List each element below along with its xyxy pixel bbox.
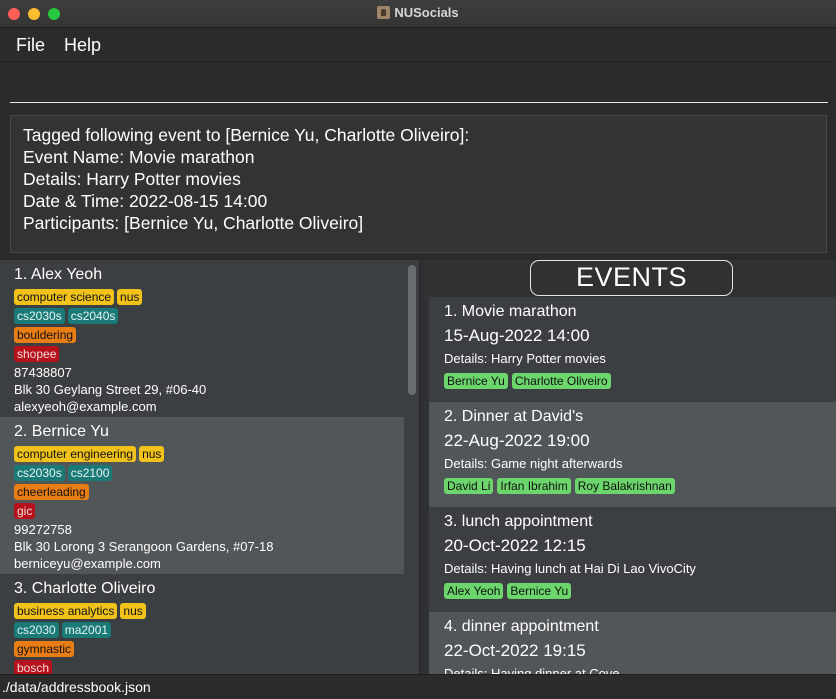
menu-help[interactable]: Help — [64, 35, 101, 56]
event-card[interactable]: 4. dinner appointment 22-Oct-2022 19:15 … — [429, 612, 836, 674]
participant-tag: Bernice Yu — [507, 583, 572, 599]
person-email: berniceyu@example.com — [14, 556, 161, 571]
person-address: Blk 30 Lorong 3 Serangoon Gardens, #07-1… — [14, 539, 274, 554]
event-details: Details: Game night afterwards — [444, 456, 623, 471]
tag: shopee — [14, 346, 60, 362]
person-card[interactable]: 2. Bernice Yu computer engineering nus cs… — [0, 417, 404, 574]
tag: cs2040s — [67, 308, 119, 324]
tag-row: shopee — [14, 345, 390, 364]
event-details: Details: Having lunch at Hai Di Lao Vivo… — [444, 561, 696, 576]
tag: ma2001 — [61, 622, 112, 638]
tag: bosch — [14, 660, 53, 674]
tag: nus — [139, 446, 165, 462]
event-card[interactable]: 1. Movie marathon 15-Aug-2022 14:00 Deta… — [429, 297, 836, 402]
tag: cheerleading — [14, 484, 89, 500]
tag-row: bouldering — [14, 326, 390, 345]
scrollbar-thumb[interactable] — [408, 265, 416, 395]
app-icon — [377, 6, 391, 19]
command-box — [0, 63, 836, 113]
window-title-wrap: NUSocials — [0, 5, 836, 20]
window-title: NUSocials — [394, 5, 459, 20]
tag: cs2030s — [14, 465, 65, 481]
person-name: 2. Bernice Yu — [14, 423, 109, 440]
tag: nus — [120, 603, 146, 619]
person-list-panel: 1. Alex Yeoh computer science nus cs2030s… — [0, 260, 420, 674]
tag-row: computer science nus — [14, 288, 390, 307]
title-bar: NUSocials — [0, 0, 836, 28]
event-date: 22-Aug-2022 19:00 — [444, 431, 590, 450]
participant-tags: Bernice Yu Charlotte Oliveiro — [444, 370, 821, 390]
result-line: Event Name: Movie marathon — [23, 147, 255, 167]
command-input[interactable] — [10, 71, 828, 103]
participant-tag: Charlotte Oliveiro — [511, 373, 611, 389]
result-line: Participants: [Bernice Yu, Charlotte Oli… — [23, 213, 364, 233]
result-line: Date & Time: 2022-08-15 14:00 — [23, 191, 268, 211]
participant-tag: David Li — [444, 478, 494, 494]
person-phone: 87438807 — [14, 365, 72, 380]
person-address: Blk 30 Geylang Street 29, #06-40 — [14, 382, 207, 397]
tag: gic — [14, 503, 36, 519]
tag-row: gymnastic — [14, 640, 390, 659]
participant-tag: Irfan Ibrahim — [497, 478, 571, 494]
participant-tag: Alex Yeoh — [444, 583, 504, 599]
event-name: 4. dinner appointment — [444, 618, 599, 635]
person-phone: 99272758 — [14, 522, 72, 537]
tag: cs2030s — [14, 308, 65, 324]
event-date: 20-Oct-2022 12:15 — [444, 536, 586, 555]
status-bar: ./data/addressbook.json — [0, 674, 836, 699]
event-card[interactable]: 3. lunch appointment 20-Oct-2022 12:15 D… — [429, 507, 836, 612]
event-name: 3. lunch appointment — [444, 513, 593, 530]
tag-row: cs2030s cs2040s — [14, 307, 390, 326]
tag: nus — [117, 289, 143, 305]
result-line: Details: Harry Potter movies — [23, 169, 241, 189]
person-email: alexyeoh@example.com — [14, 399, 157, 414]
result-display: Tagged following event to [Bernice Yu, C… — [10, 115, 827, 253]
event-name: 1. Movie marathon — [444, 303, 577, 320]
tag: cs2100 — [67, 465, 113, 481]
tag-row: cheerleading — [14, 483, 390, 502]
tag: computer engineering — [14, 446, 137, 462]
event-details: Details: Having dinner at Cove — [444, 666, 620, 674]
tag-row: cs2030s cs2100 — [14, 464, 390, 483]
tag-row: cs2030 ma2001 — [14, 621, 390, 640]
menu-file[interactable]: File — [16, 35, 45, 56]
event-date: 15-Aug-2022 14:00 — [444, 326, 590, 345]
participant-tags: David Li Irfan Ibrahim Roy Balakrishnan — [444, 475, 821, 495]
tag: computer science — [14, 289, 115, 305]
event-details: Details: Harry Potter movies — [444, 351, 606, 366]
person-name: 1. Alex Yeoh — [14, 266, 103, 283]
person-card[interactable]: 1. Alex Yeoh computer science nus cs2030s… — [0, 260, 404, 417]
event-list-panel: EVENTS 1. Movie marathon 15-Aug-2022 14:… — [421, 260, 836, 674]
tag: cs2030 — [14, 622, 59, 638]
tag-row: gic — [14, 502, 390, 521]
result-line: Tagged following event to [Bernice Yu, C… — [23, 125, 470, 145]
person-card[interactable]: 3. Charlotte Oliveiro business analytics… — [0, 574, 404, 674]
save-location: ./data/addressbook.json — [2, 679, 151, 695]
participant-tag: Roy Balakrishnan — [574, 478, 675, 494]
person-name: 3. Charlotte Oliveiro — [14, 580, 156, 597]
menu-bar: File Help — [0, 28, 836, 62]
events-header: EVENTS — [530, 260, 733, 296]
tag-row: bosch — [14, 659, 390, 674]
tag: gymnastic — [14, 641, 75, 657]
tag: bouldering — [14, 327, 77, 343]
event-date: 22-Oct-2022 19:15 — [444, 641, 586, 660]
participant-tags: Alex Yeoh Bernice Yu — [444, 580, 821, 600]
tag: business analytics — [14, 603, 118, 619]
event-card[interactable]: 2. Dinner at David's 22-Aug-2022 19:00 D… — [429, 402, 836, 507]
participant-tag: Bernice Yu — [444, 373, 508, 389]
event-name: 2. Dinner at David's — [444, 408, 584, 425]
tag-row: computer engineering nus — [14, 445, 390, 464]
tag-row: business analytics nus — [14, 602, 390, 621]
person-list-scrollbar[interactable] — [405, 260, 419, 674]
